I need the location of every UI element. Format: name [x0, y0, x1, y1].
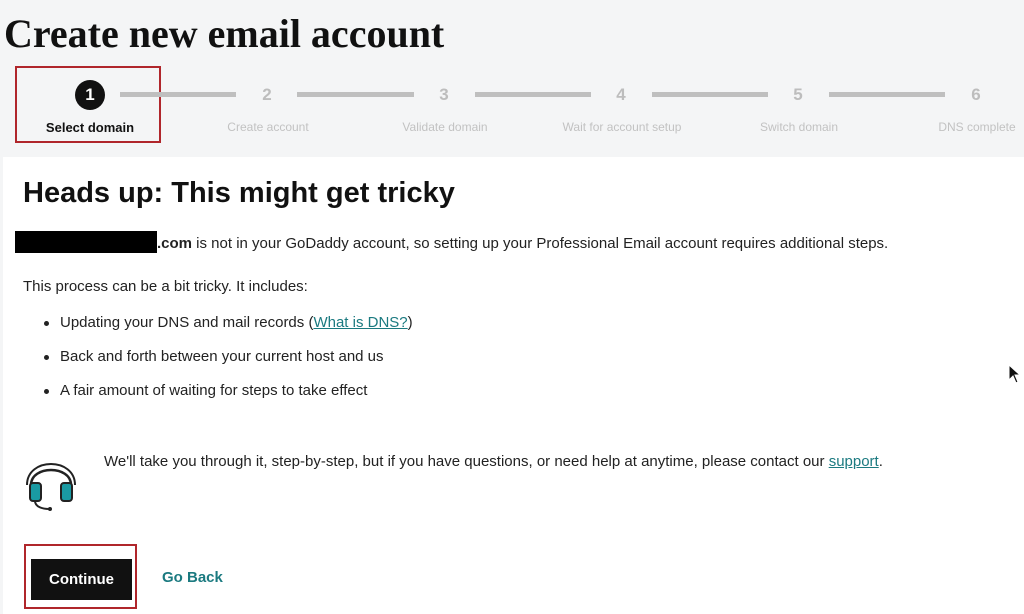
warning-heading: Heads up: This might get tricky [23, 177, 455, 209]
page-title: Create new email account [4, 11, 445, 56]
step-3-label: Validate domain [402, 120, 488, 134]
support-link[interactable]: support [829, 453, 879, 470]
step-1-number: 1 [75, 80, 105, 110]
step-1-label: Select domain [45, 120, 135, 135]
content-card: Heads up: This might get tricky .com is … [3, 157, 1024, 614]
step-6-label: DNS complete [938, 120, 1016, 134]
step-3-number: 3 [439, 85, 449, 104]
domain-notice: .com is not in your GoDaddy account, so … [15, 231, 888, 253]
step-4-label: Wait for account setup [562, 120, 682, 134]
process-steps-list: Updating your DNS and mail records (What… [41, 314, 413, 416]
domain-notice-text: is not in your GoDaddy account, so setti… [192, 235, 889, 252]
step-6-number: 6 [971, 85, 981, 104]
process-intro: This process can be a bit tricky. It inc… [23, 278, 308, 295]
list-item: A fair amount of waiting for steps to ta… [41, 382, 413, 416]
list-item: Back and forth between your current host… [41, 348, 413, 382]
list-item: Updating your DNS and mail records (What… [41, 314, 413, 348]
headset-icon [26, 463, 76, 511]
step-2-number: 2 [262, 85, 272, 104]
dns-item-text: Updating your DNS and mail records ( [60, 314, 314, 331]
what-is-dns-link[interactable]: What is DNS? [313, 314, 407, 331]
step-2-label: Create account [227, 120, 309, 134]
help-message: We'll take you through it, step-by-step,… [104, 453, 883, 470]
step-connector-5 [829, 92, 945, 97]
dns-item-suffix: ) [407, 314, 413, 331]
help-end: . [878, 453, 883, 470]
step-4-number: 4 [616, 85, 626, 104]
step-connector-2 [297, 92, 414, 97]
go-back-link[interactable]: Go Back [162, 569, 223, 586]
domain-suffix: .com [157, 235, 193, 252]
mouse-pointer-icon [1008, 364, 1022, 384]
step-5-number: 5 [793, 85, 803, 104]
help-text: We'll take you through it, step-by-step,… [104, 453, 829, 470]
redacted-domain [15, 231, 157, 253]
step-connector-4 [652, 92, 768, 97]
continue-button[interactable]: Continue [31, 559, 132, 600]
step-connector-1 [120, 92, 236, 97]
step-connector-3 [475, 92, 591, 97]
progress-stepper: 1 2 3 4 5 6 Select domain Create account… [0, 66, 1024, 150]
step-5-label: Switch domain [759, 120, 839, 134]
